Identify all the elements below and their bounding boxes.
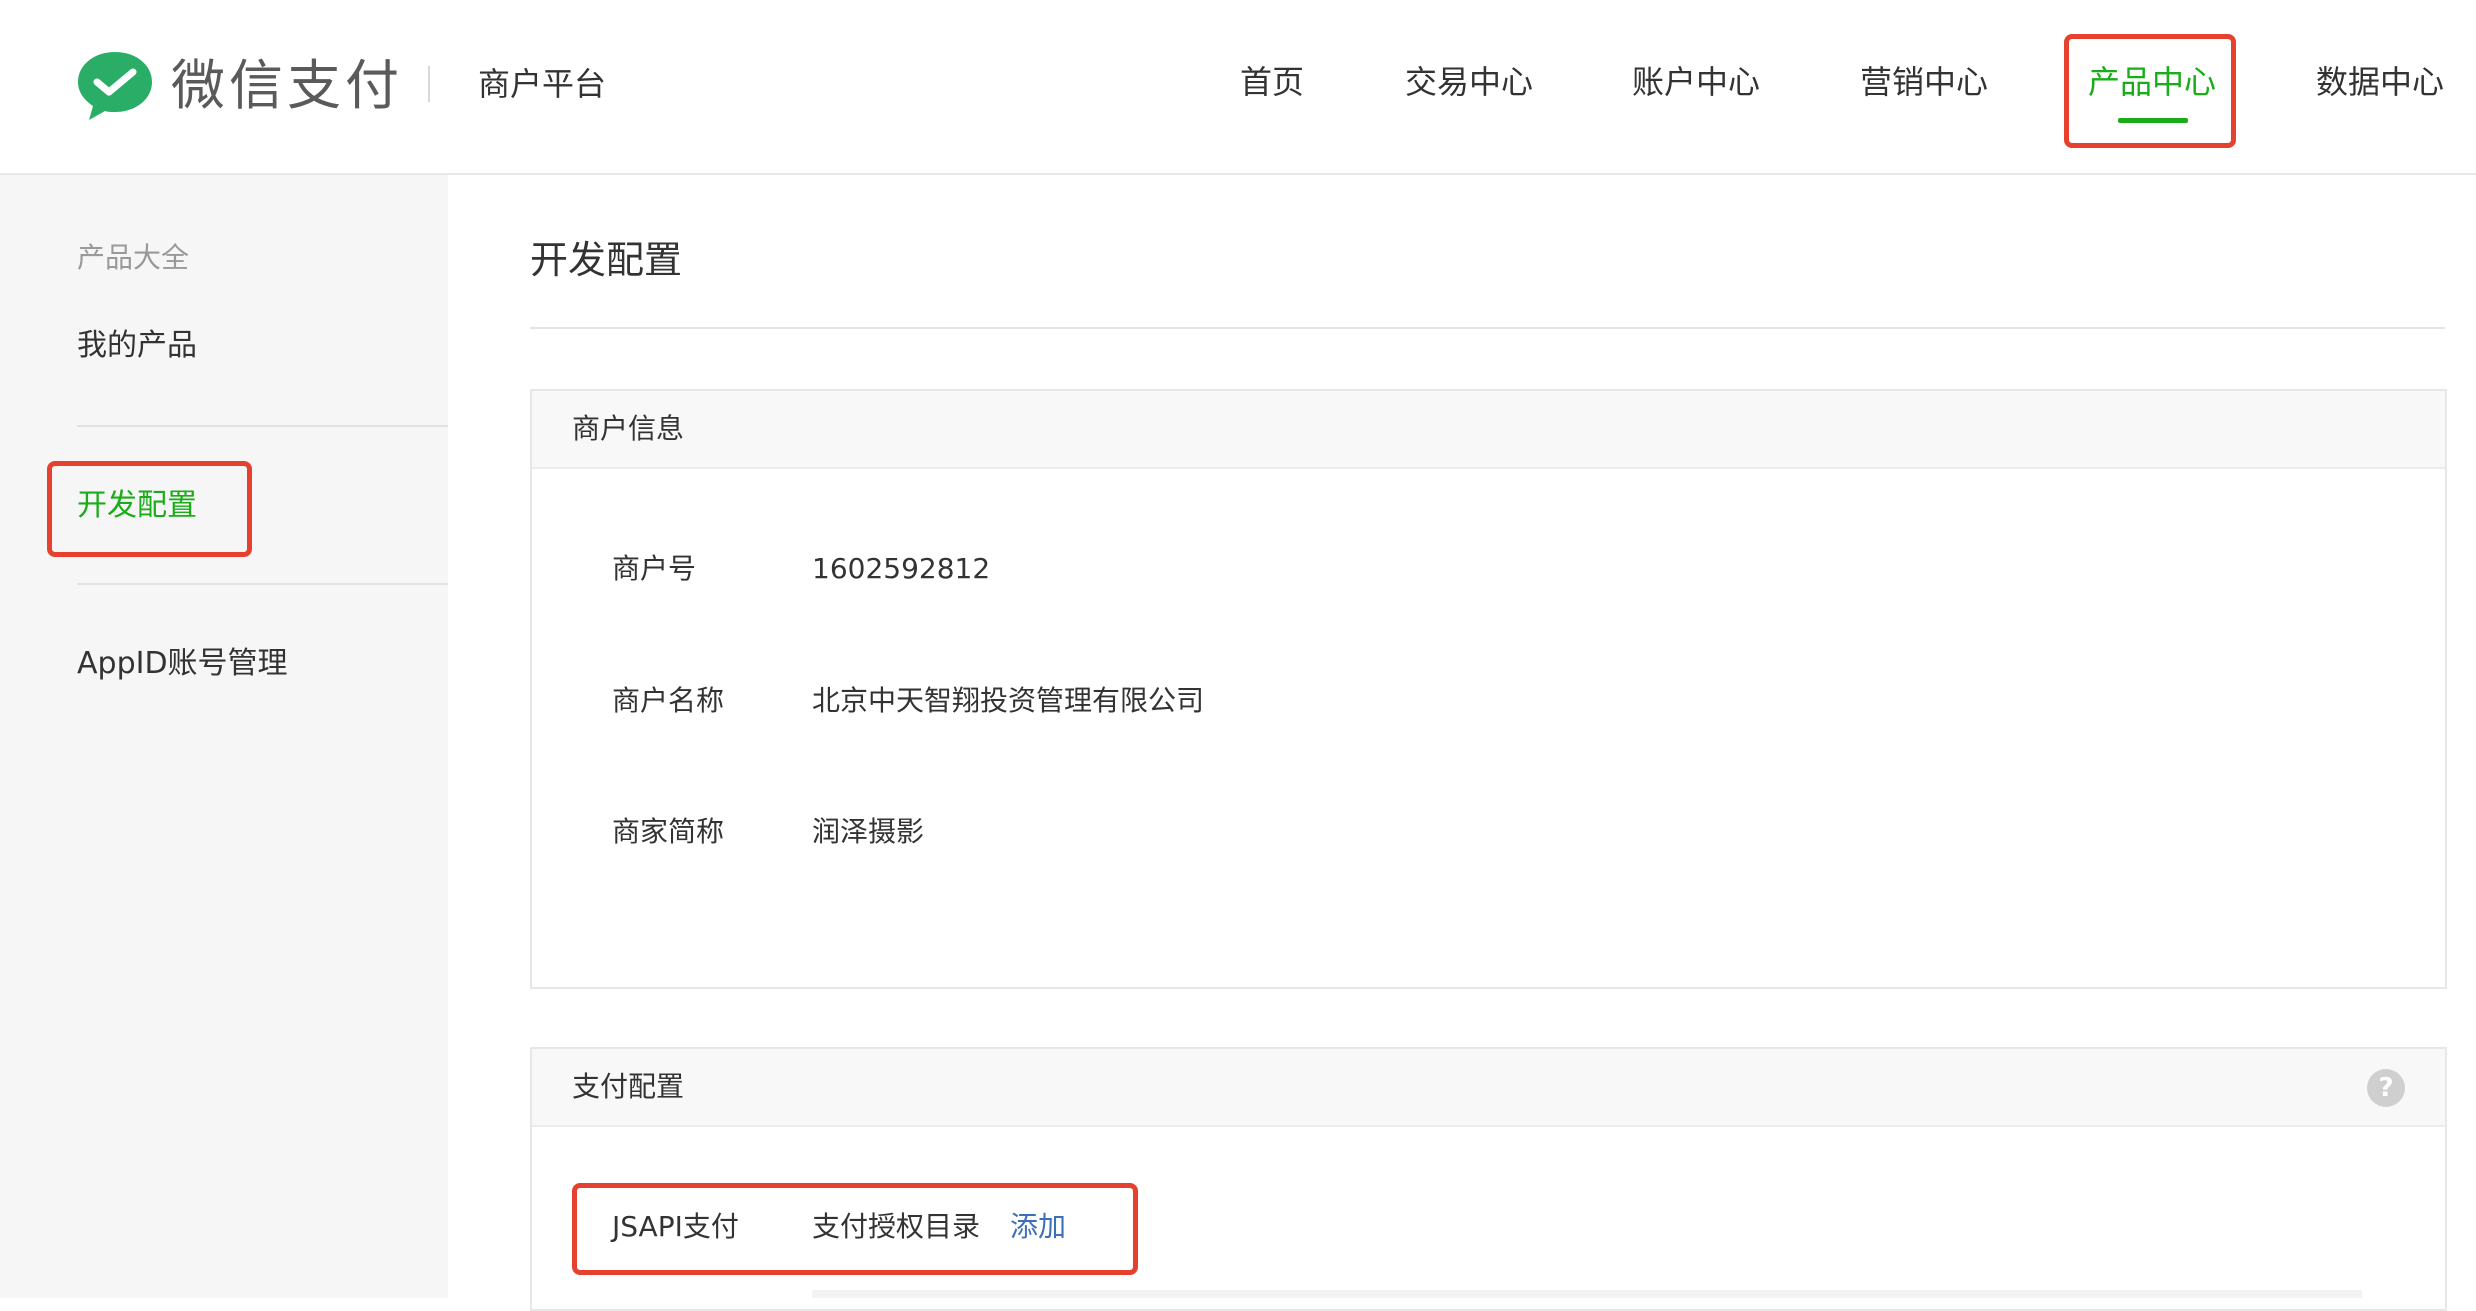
platform-name: 商户平台 bbox=[478, 65, 607, 103]
top-header: 微信支付 商户平台 首页 交易中心 账户中心 营销中心 产品中心 数据中心 bbox=[0, 0, 2476, 175]
payment-config-header: 支付配置 ? bbox=[532, 1049, 2445, 1127]
sidebar-item-my-products[interactable]: 我的产品 bbox=[77, 325, 197, 367]
merchant-id-label: 商户号 bbox=[612, 552, 697, 585]
question-circle-icon[interactable]: ? bbox=[2367, 1069, 2405, 1107]
payment-auth-directory-label: 支付授权目录 bbox=[812, 1210, 981, 1243]
sidebar-group-label: 产品大全 bbox=[77, 241, 190, 274]
wechat-pay-logo-icon bbox=[78, 52, 152, 120]
merchant-short-name-value: 润泽摄影 bbox=[812, 815, 925, 848]
input-field-edge bbox=[812, 1290, 2362, 1298]
nav-active-indicator bbox=[2118, 118, 2188, 123]
payment-config-title: 支付配置 bbox=[572, 1070, 685, 1103]
nav-account-center[interactable]: 账户中心 bbox=[1632, 58, 1760, 106]
merchant-info-panel: 商户信息 商户号 1602592812 商户名称 北京中天智翔投资管理有限公司 … bbox=[530, 389, 2447, 989]
sidebar-item-appid-management[interactable]: AppID账号管理 bbox=[77, 643, 288, 685]
merchant-info-header: 商户信息 bbox=[532, 391, 2445, 469]
sidebar-divider bbox=[77, 425, 448, 427]
jsapi-payment-label: JSAPI支付 bbox=[612, 1210, 739, 1243]
sidebar-item-dev-config[interactable]: 开发配置 bbox=[77, 485, 197, 527]
title-divider bbox=[530, 327, 2445, 329]
nav-home[interactable]: 首页 bbox=[1240, 58, 1304, 106]
wechat-pay-logo[interactable]: 微信支付 bbox=[75, 48, 403, 124]
sidebar-divider bbox=[77, 583, 448, 585]
nav-trade-center[interactable]: 交易中心 bbox=[1405, 58, 1533, 106]
merchant-info-title: 商户信息 bbox=[572, 412, 685, 445]
merchant-name-value: 北京中天智翔投资管理有限公司 bbox=[812, 684, 1205, 717]
page-title: 开发配置 bbox=[530, 238, 683, 282]
logo-divider bbox=[428, 66, 430, 102]
add-auth-directory-link[interactable]: 添加 bbox=[1010, 1207, 1066, 1247]
nav-data-center[interactable]: 数据中心 bbox=[2316, 58, 2444, 106]
merchant-name-label: 商户名称 bbox=[612, 684, 725, 717]
payment-config-panel: 支付配置 ? JSAPI支付 支付授权目录 添加 bbox=[530, 1047, 2447, 1311]
nav-product-center[interactable]: 产品中心 bbox=[2088, 58, 2216, 106]
logo-text: 微信支付 bbox=[171, 54, 403, 117]
merchant-short-name-label: 商家简称 bbox=[612, 815, 725, 848]
sidebar: 产品大全 我的产品 开发配置 AppID账号管理 bbox=[0, 175, 448, 1298]
merchant-id-value: 1602592812 bbox=[812, 552, 991, 585]
nav-marketing-center[interactable]: 营销中心 bbox=[1860, 58, 1988, 106]
